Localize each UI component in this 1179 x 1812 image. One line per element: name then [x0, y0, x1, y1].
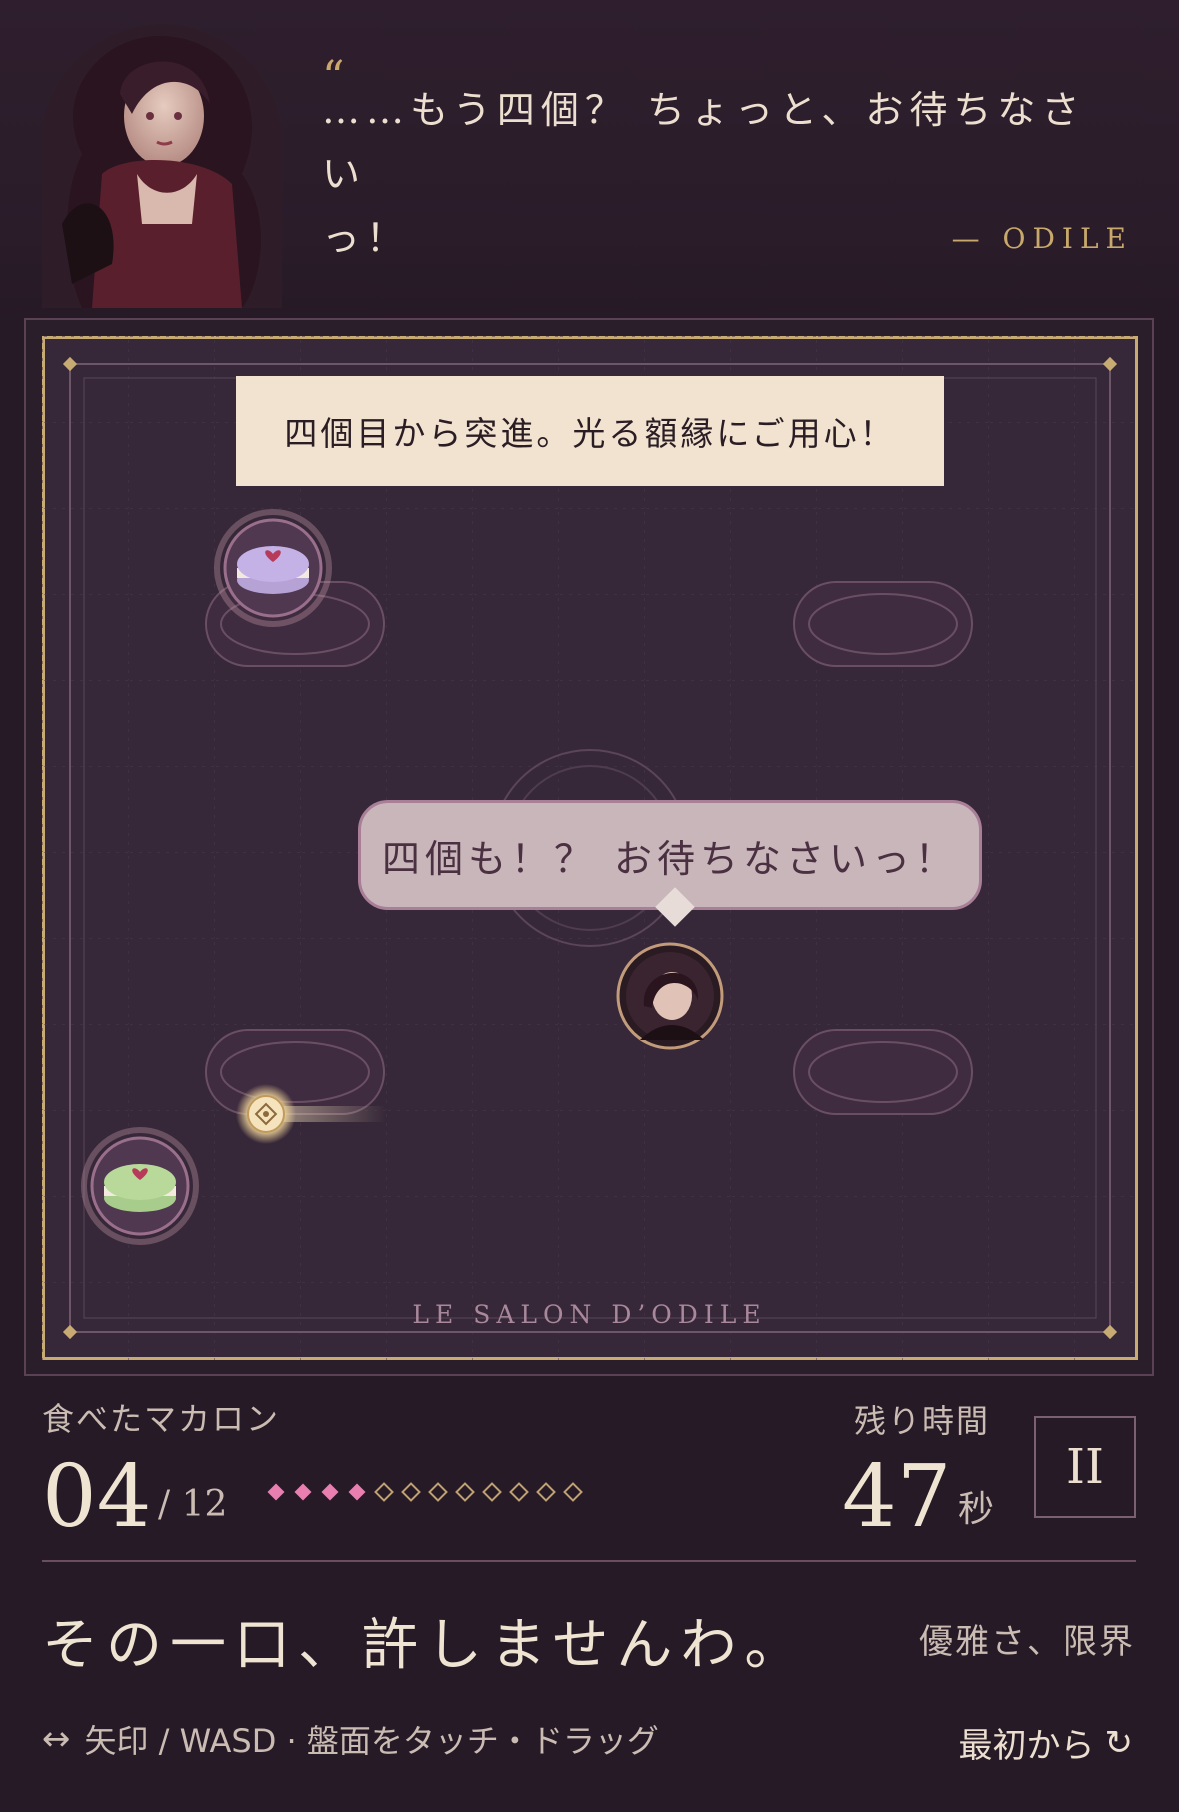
time-remaining: 47	[842, 1447, 952, 1547]
taunt-text: その一口、許しませんわ。	[42, 1613, 809, 1678]
pip-filled-icon	[291, 1480, 315, 1504]
pip-empty-icon	[399, 1480, 423, 1504]
pip-empty-icon	[480, 1480, 504, 1504]
grace-status: 優雅さ、限界	[919, 1622, 1135, 1662]
restart-button[interactable]: 最初から ↻	[959, 1718, 1134, 1767]
pip-empty-icon	[534, 1480, 558, 1504]
pip-empty-icon	[426, 1480, 450, 1504]
pip-empty-icon	[561, 1480, 585, 1504]
odile-portrait	[42, 24, 282, 308]
eaten-total: / 12	[158, 1484, 228, 1525]
pip-filled-icon	[318, 1480, 342, 1504]
quote-line-1: ……もう四個？ ちょっと、お待ちなさい	[322, 88, 1086, 196]
pip-filled-icon	[264, 1480, 288, 1504]
board-title: LE SALON D’ODILE	[412, 1300, 767, 1329]
time-label: 残り時間	[854, 1402, 991, 1440]
hint-banner: 四個目から突進。光る額縁にご用心！	[236, 376, 944, 486]
macaron-lavender	[214, 509, 332, 627]
pause-button[interactable]: II	[1034, 1416, 1136, 1518]
controls-text: 矢印 / WASD · 盤面をタッチ・ドラッグ	[84, 1722, 659, 1760]
pip-empty-icon	[453, 1480, 477, 1504]
pip-empty-icon	[507, 1480, 531, 1504]
time-unit: 秒	[958, 1489, 995, 1530]
eaten-label: 食べたマカロン	[42, 1400, 281, 1438]
eaten-count: 04	[42, 1447, 152, 1547]
pip-empty-icon	[372, 1480, 396, 1504]
quote-author: — ODILE	[951, 222, 1133, 255]
pedestal-top-right	[793, 581, 973, 667]
macaron-pistachio	[81, 1127, 199, 1245]
horizontal-arrows-icon: ↔	[42, 1719, 71, 1759]
pedestal-bottom-left	[205, 1029, 385, 1115]
restart-label: 最初から	[958, 1726, 1095, 1766]
pedestal-bottom-right	[793, 1029, 973, 1115]
controls-hint: ↔ 矢印 / WASD · 盤面をタッチ・ドラッグ	[42, 1716, 659, 1762]
odile-enemy-token	[616, 942, 724, 1050]
restart-icon: ↻	[1104, 1722, 1134, 1763]
eaten-progress-pips	[264, 1474, 585, 1510]
pip-filled-icon	[345, 1480, 369, 1504]
hud-divider	[42, 1560, 1136, 1562]
